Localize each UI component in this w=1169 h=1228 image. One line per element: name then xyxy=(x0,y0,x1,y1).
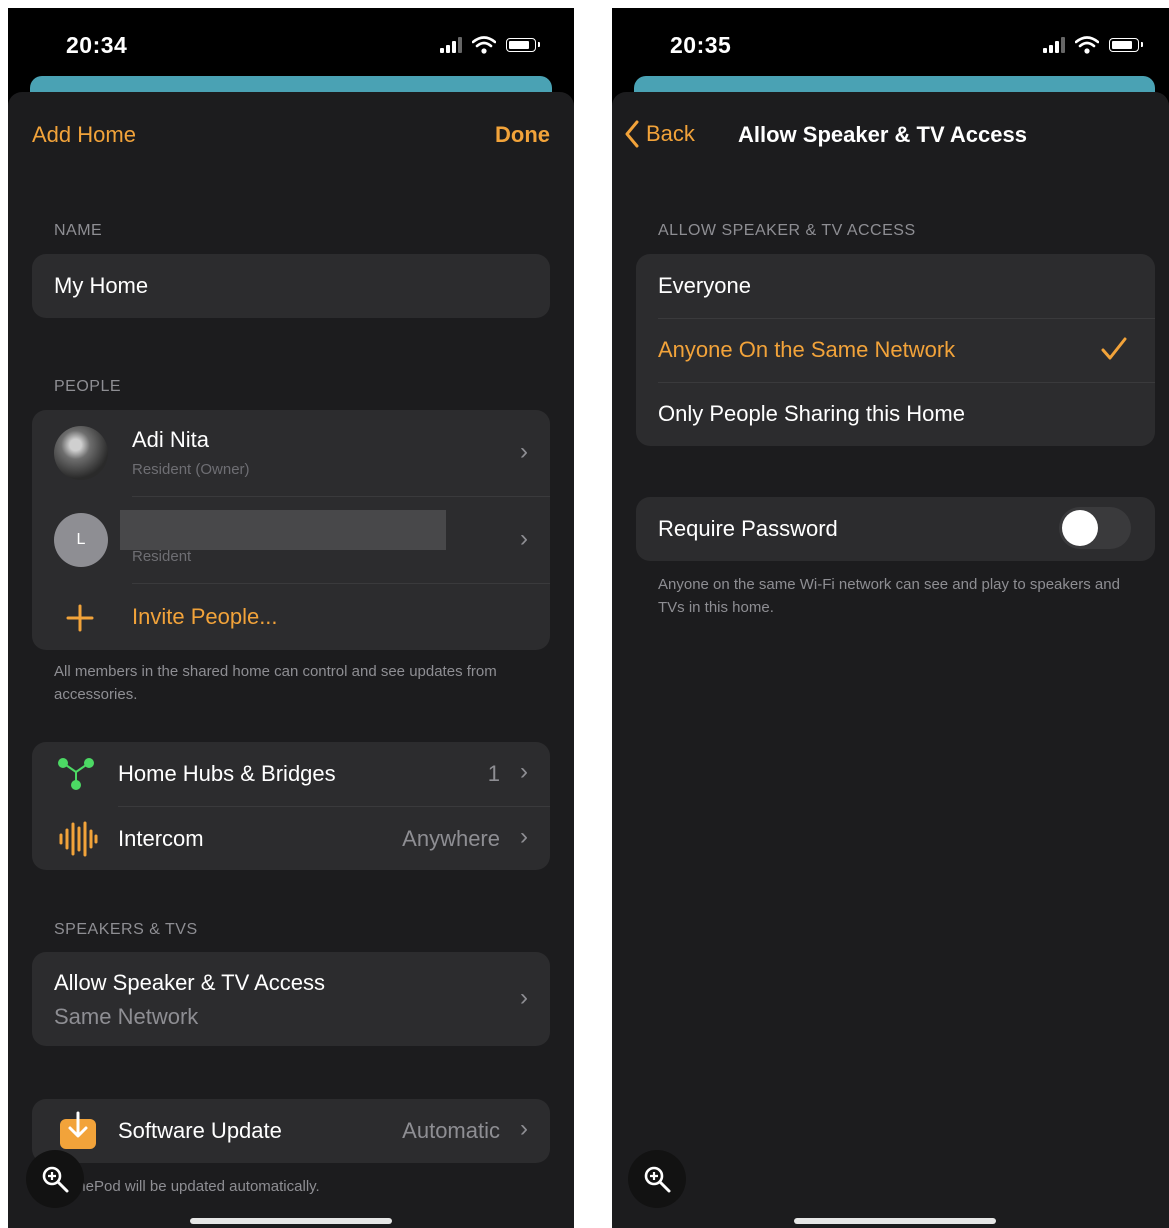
name-section-header: NAME xyxy=(54,222,103,239)
require-password-label: Require Password xyxy=(658,516,838,541)
home-indicator xyxy=(190,1218,392,1224)
person-row-l[interactable]: L Resident › xyxy=(32,497,550,583)
status-icons xyxy=(440,36,540,54)
option-same-network[interactable]: Anyone On the Same Network xyxy=(636,319,1155,382)
chevron-left-icon xyxy=(625,120,639,148)
home-name-field[interactable]: My Home xyxy=(32,254,550,318)
software-footnote: HomePod will be updated automatically. xyxy=(54,1178,320,1195)
redacted-name xyxy=(120,510,446,550)
phone-screen-speaker-access: 20:35 Back Allow Speaker & TV Access ALL… xyxy=(612,8,1169,1228)
add-home-title: Add Home xyxy=(32,122,136,147)
status-time: 20:35 xyxy=(670,32,732,58)
speaker-access-sheet: Back Allow Speaker & TV Access ALLOW SPE… xyxy=(612,92,1169,1228)
status-icons xyxy=(1043,36,1143,54)
signal-icon xyxy=(1043,37,1065,53)
home-hubs-count: 1 xyxy=(487,761,500,786)
people-footnote: All members in the shared home can contr… xyxy=(54,663,497,703)
home-hubs-bridges-row[interactable]: Home Hubs & Bridges 1 › xyxy=(32,742,550,806)
home-name-value: My Home xyxy=(54,273,149,298)
people-section-header: PEOPLE xyxy=(54,378,122,395)
wifi-icon xyxy=(1075,36,1099,54)
software-update-row[interactable]: Software Update Automatic › xyxy=(32,1099,550,1163)
status-bar: 20:35 xyxy=(612,8,1169,86)
software-update-icon xyxy=(60,1111,96,1149)
software-update-label: Software Update xyxy=(118,1118,282,1143)
chevron-right-icon: › xyxy=(520,758,528,785)
home-indicator xyxy=(794,1218,996,1224)
invite-people-label: Invite People... xyxy=(132,604,278,629)
back-label: Back xyxy=(646,121,695,146)
zoom-icon xyxy=(42,1166,69,1193)
hub-icon xyxy=(58,758,94,790)
page-title: Allow Speaker & TV Access xyxy=(738,122,1027,147)
speakers-tvs-section-header: SPEAKERS & TVS xyxy=(54,921,198,938)
zoom-button[interactable] xyxy=(628,1150,686,1208)
option-label: Everyone xyxy=(658,273,751,298)
access-section-header: ALLOW SPEAKER & TV ACCESS xyxy=(658,222,916,239)
intercom-icon xyxy=(59,821,98,857)
zoom-icon xyxy=(644,1166,671,1193)
chevron-right-icon: › xyxy=(520,1115,528,1142)
battery-icon xyxy=(506,38,540,52)
phone-screen-home-settings: 20:34 Add Home Done NAME My Home PEOPLE … xyxy=(8,8,574,1228)
hubs-intercom-group: Home Hubs & Bridges 1 › Intercom Anywher… xyxy=(32,742,550,870)
chevron-right-icon: › xyxy=(520,438,528,465)
allow-speaker-tv-access-row[interactable]: Allow Speaker & TV Access Same Network › xyxy=(32,952,550,1046)
people-list: Adi Nita Resident (Owner) › L Resident ›… xyxy=(32,410,550,650)
person-name: Adi Nita xyxy=(132,427,210,452)
intercom-label: Intercom xyxy=(118,826,204,851)
option-label: Only People Sharing this Home xyxy=(658,401,965,426)
invite-people-button[interactable]: Invite People... xyxy=(32,584,550,650)
signal-icon xyxy=(440,37,462,53)
battery-icon xyxy=(1109,38,1143,52)
plus-icon xyxy=(66,604,94,632)
status-time: 20:34 xyxy=(66,32,128,58)
person-role: Resident (Owner) xyxy=(132,461,250,478)
wifi-icon xyxy=(472,36,496,54)
nav-bar: Back Allow Speaker & TV Access xyxy=(612,112,1169,160)
chevron-right-icon: › xyxy=(520,823,528,850)
chevron-right-icon: › xyxy=(520,984,528,1011)
option-everyone[interactable]: Everyone xyxy=(636,254,1155,318)
allow-speaker-tv-access-title: Allow Speaker & TV Access xyxy=(54,970,326,995)
intercom-value: Anywhere xyxy=(402,826,500,851)
status-bar: 20:34 xyxy=(8,8,574,86)
zoom-button[interactable] xyxy=(26,1150,84,1208)
chevron-right-icon: › xyxy=(520,525,528,552)
checkmark-icon xyxy=(1101,337,1127,360)
require-password-row: Require Password xyxy=(636,497,1155,561)
software-update-value: Automatic xyxy=(402,1118,500,1143)
nav-bar: Add Home Done xyxy=(8,112,574,160)
require-password-toggle[interactable] xyxy=(1059,507,1131,549)
option-only-people-sharing[interactable]: Only People Sharing this Home xyxy=(636,383,1155,446)
avatar: L xyxy=(54,513,108,567)
avatar xyxy=(54,426,108,480)
back-button[interactable]: Back xyxy=(624,120,695,148)
option-label: Anyone On the Same Network xyxy=(658,337,956,362)
person-role: Resident xyxy=(132,548,192,565)
done-button[interactable]: Done xyxy=(495,122,550,148)
person-row-adi-nita[interactable]: Adi Nita Resident (Owner) › xyxy=(32,410,550,496)
allow-speaker-tv-access-value: Same Network xyxy=(54,1004,199,1029)
access-options-list: Everyone Anyone On the Same Network Only… xyxy=(636,254,1155,446)
intercom-row[interactable]: Intercom Anywhere › xyxy=(32,807,550,870)
home-settings-sheet: Add Home Done NAME My Home PEOPLE Adi Ni… xyxy=(8,92,574,1228)
access-footnote: Anyone on the same Wi-Fi network can see… xyxy=(658,576,1120,616)
home-hubs-label: Home Hubs & Bridges xyxy=(118,761,336,786)
